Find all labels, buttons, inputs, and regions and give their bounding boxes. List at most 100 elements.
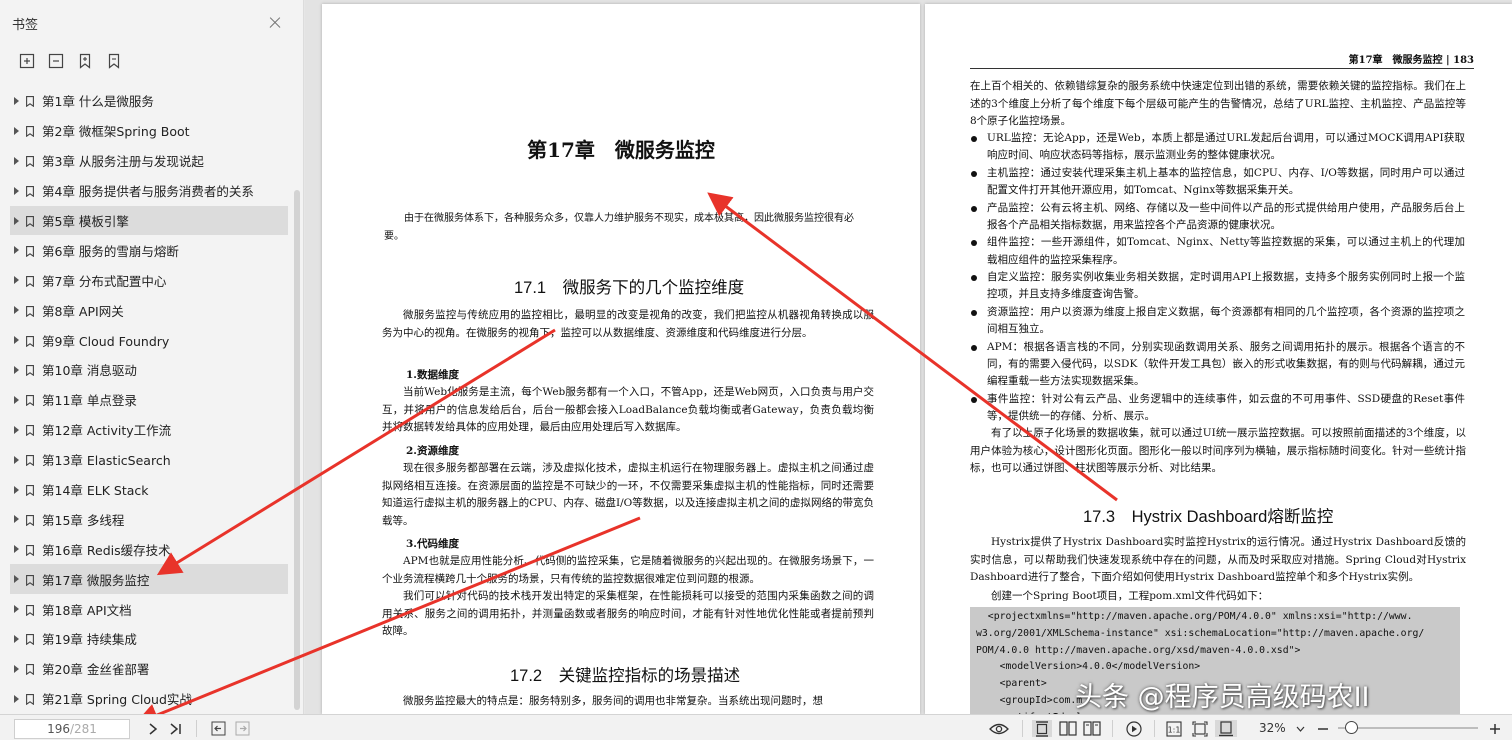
page-number-input[interactable]: 196/281 xyxy=(14,719,130,739)
bookmark-icon xyxy=(26,424,34,437)
bookmark-label: 第5章 模板引擎 xyxy=(42,214,129,229)
expand-arrow-icon[interactable] xyxy=(14,485,19,494)
bookmark-label: 第4章 服务提供者与服务消费者的关系 xyxy=(42,184,254,200)
expand-arrow-icon[interactable] xyxy=(14,306,19,315)
bookmark-icon xyxy=(26,604,34,616)
expand-arrow-icon[interactable] xyxy=(14,455,19,464)
bookmark-item[interactable]: 第7章 分布式配置中心 xyxy=(10,265,288,295)
expand-arrow-icon[interactable] xyxy=(14,664,19,673)
expand-arrow-icon[interactable] xyxy=(14,365,19,374)
forward-icon[interactable] xyxy=(234,720,250,737)
expand-arrow-icon[interactable] xyxy=(14,694,19,703)
bookmark-item[interactable]: 第17章 微服务监控 xyxy=(10,564,288,595)
bullet-item: 产品监控：公有云将主机、网络、存储以及一些中间件以产品的形式提供给用户使用，产品… xyxy=(971,200,1465,234)
section-17-3-text: Hystrix提供了Hystrix Dashboard实时监控Hystrix的运… xyxy=(970,536,1466,583)
expand-arrow-icon[interactable] xyxy=(14,634,19,643)
bookmark-icon xyxy=(26,663,34,676)
expand-arrow-icon[interactable] xyxy=(14,126,19,135)
next-page-icon[interactable] xyxy=(146,720,160,737)
double-page-view-icon[interactable] xyxy=(1058,720,1078,737)
bookmark-item[interactable]: 第8章 API网关 xyxy=(10,295,288,325)
bookmark-item[interactable]: 第10章 消息驱动 xyxy=(10,355,288,385)
zoom-dropdown-icon[interactable] xyxy=(1294,720,1306,737)
last-page-icon[interactable] xyxy=(168,720,184,737)
bookmark-item[interactable]: 第20章 金丝雀部署 xyxy=(10,654,288,684)
bookmark-item[interactable]: 第13章 ElasticSearch xyxy=(10,445,288,475)
bookmark-label: 第11章 单点登录 xyxy=(42,393,137,409)
bookmark-item[interactable]: 第1章 什么是微服务 xyxy=(10,86,288,116)
bookmark-sidebar: 书签 第1章 什么是微服务 第2章 微框架Spring Boot 第3章 从服务注册… xyxy=(0,0,304,714)
bookmark-item[interactable]: 第11章 单点登录 xyxy=(10,385,288,415)
expand-arrow-icon[interactable] xyxy=(14,425,19,434)
running-header: 第17章 微服务监控 | 183 xyxy=(1348,55,1474,66)
bookmark-item[interactable]: 第2章 微框架Spring Boot xyxy=(10,116,288,146)
expand-arrow-icon[interactable] xyxy=(14,515,19,524)
expand-arrow-icon[interactable] xyxy=(14,276,19,285)
expand-arrow-icon[interactable] xyxy=(14,156,19,165)
fit-width-icon[interactable] xyxy=(1215,720,1237,737)
expand-arrow-icon[interactable] xyxy=(14,575,19,584)
zoom-level[interactable]: 32% xyxy=(1259,721,1286,735)
sidebar-scrollbar[interactable] xyxy=(294,190,300,710)
add-bookmark-icon[interactable] xyxy=(76,53,93,70)
expand-arrow-icon[interactable] xyxy=(14,336,19,345)
page-right: 第17章 微服务监控 | 183 在上百个相关的、依赖错综复杂的服务系统中快速定… xyxy=(925,4,1512,714)
document-viewport[interactable]: 第17章 微服务监控 由于在微服务体系下，各种服务众多，仅靠人力维护服务不现实，… xyxy=(305,0,1512,714)
bookmark-item[interactable]: 第19章 持续集成 xyxy=(10,624,288,654)
expand-arrow-icon[interactable] xyxy=(14,216,19,225)
zoom-slider-handle[interactable] xyxy=(1345,721,1358,734)
monitor-bullet-list: URL监控：无论App，还是Web，本质上都是通过URL发起后台调用，可以通过M… xyxy=(971,130,1465,426)
bookmark-item[interactable]: 第4章 服务提供者与服务消费者的关系 xyxy=(10,176,288,206)
bookmark-label: 第14章 ELK Stack xyxy=(42,483,149,499)
bookmark-item[interactable]: 第18章 API文档 xyxy=(10,594,288,624)
bookmark-item[interactable]: 第9章 Cloud Foundry xyxy=(10,325,288,355)
back-icon[interactable] xyxy=(210,720,226,737)
bookmark-icon xyxy=(26,514,34,527)
subsection-resource-text: 现在很多服务都部署在云端，涉及虚拟化技术，虚拟主机运行在物理服务器上。虚拟主机之… xyxy=(382,462,874,527)
actual-size-icon[interactable]: 1:1 xyxy=(1164,720,1184,737)
status-toolbar: 196/281 1:1 32% xyxy=(0,714,1512,740)
play-icon[interactable] xyxy=(1124,720,1144,737)
bookmark-icon xyxy=(26,335,34,347)
bookmark-label: 第7章 分布式配置中心 xyxy=(42,273,167,289)
bookmark-item[interactable]: 第16章 Redis缓存技术 xyxy=(10,534,288,564)
eye-icon[interactable] xyxy=(988,720,1010,737)
expand-arrow-icon[interactable] xyxy=(14,246,19,255)
expand-all-icon[interactable] xyxy=(18,53,35,70)
single-page-view-icon[interactable] xyxy=(1032,720,1052,737)
fit-page-icon[interactable] xyxy=(1190,720,1210,737)
expand-arrow-icon[interactable] xyxy=(14,395,19,404)
collapse-all-icon[interactable] xyxy=(47,53,64,70)
expand-arrow-icon[interactable] xyxy=(14,96,19,105)
remove-bookmark-icon[interactable] xyxy=(105,53,122,70)
expand-arrow-icon[interactable] xyxy=(14,545,19,554)
book-view-icon[interactable] xyxy=(1082,720,1102,737)
zoom-in-icon[interactable] xyxy=(1488,720,1502,737)
bullet-item: URL监控：无论App，还是Web，本质上都是通过URL发起后台调用，可以通过M… xyxy=(971,130,1465,164)
bookmark-item[interactable]: 第5章 模板引擎 xyxy=(10,205,288,236)
bookmark-label: 第20章 金丝雀部署 xyxy=(42,662,150,678)
expand-arrow-icon[interactable] xyxy=(14,186,19,195)
current-page: 196 xyxy=(47,722,70,736)
bookmark-item[interactable]: 第15章 多线程 xyxy=(10,504,288,534)
bookmark-label: 第9章 Cloud Foundry xyxy=(42,333,170,349)
zoom-out-icon[interactable] xyxy=(1316,720,1330,737)
bookmark-item[interactable]: 第6章 服务的雪崩与熔断 xyxy=(10,235,288,265)
bookmark-icon xyxy=(26,215,34,228)
bookmark-item[interactable]: 第3章 从服务注册与发现说起 xyxy=(10,146,288,176)
close-icon[interactable] xyxy=(265,13,285,33)
bookmark-item[interactable]: 第12章 Activity工作流 xyxy=(10,415,288,445)
bookmark-item[interactable]: 第21章 Spring Cloud实战 xyxy=(10,684,288,714)
section-17-3-title: 17.3 Hystrix Dashboard熔断监控 xyxy=(1083,508,1334,526)
bookmark-label: 第8章 API网关 xyxy=(42,303,124,319)
bookmark-item[interactable]: 第14章 ELK Stack xyxy=(10,475,288,505)
bullet-item: APM：根据各语言栈的不同，分别实现函数调用关系、服务之间调用拓扑的展示。根据各… xyxy=(971,339,1465,391)
section-17-3-step: 创建一个Spring Boot项目，工程pom.xml文件代码如下： xyxy=(991,590,1269,602)
subsection-code-text-2: 我们可以针对代码的技术栈开发出特定的采集框架，在性能损耗可以接受的范围内采集函数… xyxy=(382,590,874,637)
svg-text:1:1: 1:1 xyxy=(1168,725,1181,734)
expand-arrow-icon[interactable] xyxy=(14,605,19,614)
bookmark-icon xyxy=(26,245,34,258)
zoom-slider[interactable] xyxy=(1338,727,1478,729)
bookmark-icon xyxy=(26,633,34,646)
bookmark-label: 第19章 持续集成 xyxy=(42,632,137,648)
